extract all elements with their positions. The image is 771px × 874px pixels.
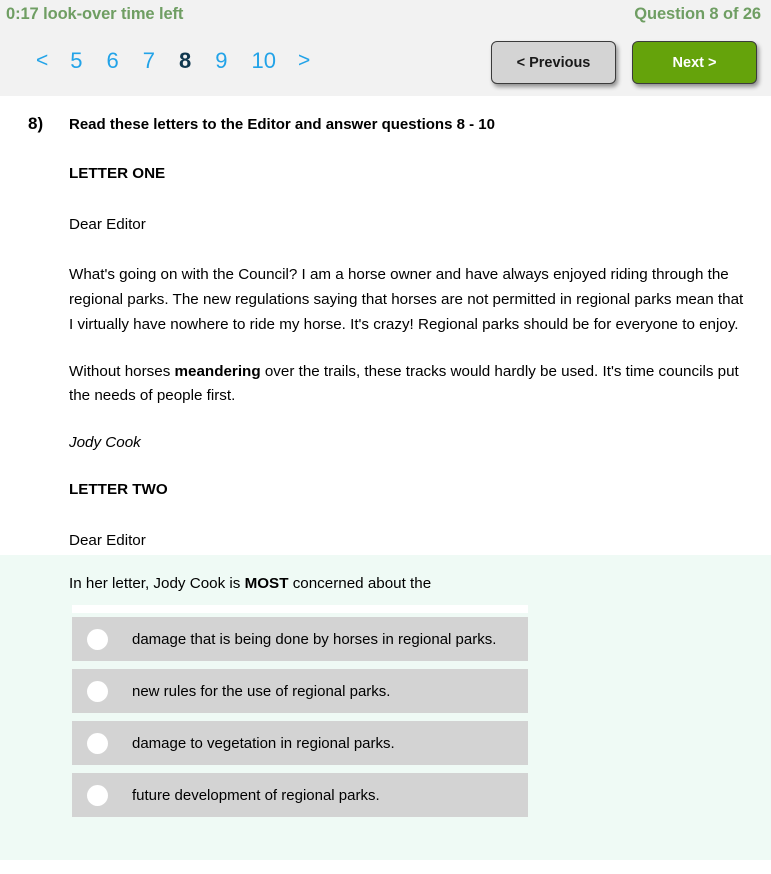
exam-header: 0:17 look-over time left Question 8 of 2… (0, 0, 771, 96)
question-number: 8) (28, 114, 44, 133)
answer-option-a-label: damage that is being done by horses in r… (132, 630, 497, 648)
answer-option-b-label: new rules for the use of regional parks. (132, 682, 391, 700)
radio-button-icon-b[interactable] (87, 680, 108, 702)
pager-page-6[interactable]: 6 (95, 44, 131, 78)
answer-option-a[interactable]: damage that is being done by horses in r… (72, 617, 528, 661)
letter-two-heading: LETTER TWO (69, 480, 168, 498)
question-stem: Read these letters to the Editor and ans… (69, 116, 495, 133)
exam-page: 0:17 look-over time left Question 8 of 2… (0, 0, 771, 874)
radio-button-icon-c[interactable] (87, 732, 108, 754)
question-counter: Question 8 of 26 (634, 5, 761, 23)
prompt-bold-word: MOST (244, 575, 289, 592)
letter-one-paragraph-1: What's going on with the Council? I am a… (69, 266, 744, 333)
letter-one-salutation: Dear Editor (69, 215, 146, 233)
pager-page-7[interactable]: 7 (131, 44, 167, 78)
letter-one-signature: Jody Cook (69, 434, 141, 452)
pager-page-5[interactable]: 5 (58, 44, 94, 78)
pager-page-10[interactable]: 10 (240, 44, 288, 78)
next-button[interactable]: Next > (632, 41, 757, 84)
answer-prompt: In her letter, Jody Cook is MOST concern… (69, 573, 431, 594)
letter-one-paragraph-2: Without horses meandering over the trail… (69, 360, 749, 410)
question-stem-row: 8) Read these letters to the Editor and … (0, 96, 771, 136)
question-content: 8) Read these letters to the Editor and … (0, 96, 771, 553)
letter-two-salutation: Dear Editor (69, 531, 146, 549)
answer-option-d-label: future development of regional parks. (132, 786, 380, 804)
answer-option-d[interactable]: future development of regional parks. (72, 773, 528, 817)
pager-page-9[interactable]: 9 (203, 44, 239, 78)
previous-button[interactable]: < Previous (491, 41, 616, 84)
radio-button-icon-d[interactable] (87, 784, 108, 806)
answer-option-b[interactable]: new rules for the use of regional parks. (72, 669, 528, 713)
pager-next-arrow[interactable]: > (288, 44, 320, 78)
reading-passage: LETTER ONE Dear Editor What's going on w… (69, 136, 749, 554)
prompt-text-after: concerned about the (288, 575, 432, 592)
para2-bold-word: meandering (174, 362, 261, 380)
answer-options-list: damage that is being done by horses in r… (72, 617, 528, 825)
pager-prev-arrow[interactable]: < (26, 44, 58, 78)
lookover-timer: 0:17 look-over time left (6, 5, 184, 23)
options-divider (72, 605, 528, 613)
letter-one-heading: LETTER ONE (69, 164, 166, 182)
radio-button-icon-a[interactable] (87, 628, 108, 650)
page-pager: < 5 6 7 8 9 10 > (26, 44, 320, 78)
prompt-text-before: In her letter, Jody Cook is (69, 575, 245, 592)
para2-text-before: Without horses (69, 362, 175, 380)
pager-page-8-current[interactable]: 8 (167, 44, 203, 78)
answer-option-c-label: damage to vegetation in regional parks. (132, 734, 395, 752)
answer-option-c[interactable]: damage to vegetation in regional parks. (72, 721, 528, 765)
